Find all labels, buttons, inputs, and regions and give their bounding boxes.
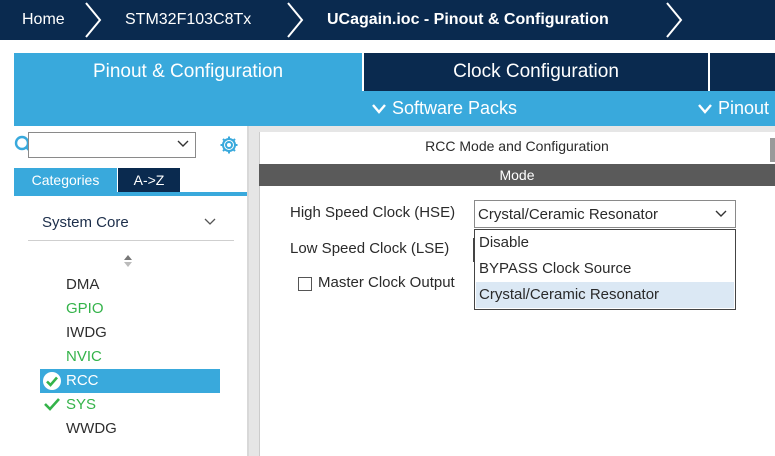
tab-categories[interactable]: Categories [14,168,117,192]
panel-title: RCC Mode and Configuration [425,138,609,154]
category-system-core[interactable]: System Core [42,214,129,231]
master-clock-output-checkbox[interactable] [298,277,312,291]
pinout-menu-label: Pinout [718,98,770,118]
search-input[interactable] [28,132,196,158]
chevron-down-icon [715,210,727,217]
sort-icon[interactable] [122,254,134,268]
sub-toolbar: Software Packs Pinout [14,91,775,126]
chevron-down-icon [177,140,189,147]
tab-clock-configuration[interactable]: Clock Configuration [364,53,708,91]
breadcrumb-device[interactable]: STM32F103C8Tx [125,0,251,40]
category-tab-underline [14,192,247,196]
hse-select[interactable]: Crystal/Ceramic Resonator [474,200,736,228]
peripheral-item-gpio[interactable]: GPIO [66,297,104,321]
hse-option-disable[interactable]: Disable [476,230,734,256]
check-icon [44,398,60,411]
tab-project-manager[interactable] [710,53,775,91]
peripheral-item-iwdg[interactable]: IWDG [66,321,107,345]
hse-label: High Speed Clock (HSE) [290,204,456,221]
chevron-down-icon[interactable] [204,218,216,226]
peripheral-item-sys[interactable]: SYS [66,393,96,417]
peripheral-item-wwdg[interactable]: WWDG [66,417,117,441]
pinout-menu[interactable]: Pinout [698,91,769,126]
peripheral-item-dma[interactable]: DMA [66,273,99,297]
master-clock-output-label[interactable]: Master Clock Output [318,274,455,291]
hse-dropdown-list: Disable BYPASS Clock Source Crystal/Cera… [474,229,736,310]
software-packs-label: Software Packs [392,98,518,118]
hse-option-crystal[interactable]: Crystal/Ceramic Resonator [476,282,734,308]
check-circle-icon [43,372,61,390]
software-packs-menu[interactable]: Software Packs [372,91,517,126]
hse-select-value: Crystal/Ceramic Resonator [478,206,659,223]
chevron-right-icon [287,2,304,38]
breadcrumb: Home STM32F103C8Tx UCagain.ioc - Pinout … [0,0,775,40]
divider [28,240,234,241]
peripheral-item-rcc-label: RCC [66,372,99,389]
breadcrumb-home[interactable]: Home [22,0,65,40]
chevron-down-icon [372,104,386,115]
peripheral-item-nvic[interactable]: NVIC [66,345,102,369]
lse-label: Low Speed Clock (LSE) [290,240,450,257]
chevron-right-icon [666,2,683,38]
gear-icon[interactable] [219,135,239,155]
chevron-right-icon [85,2,102,38]
mode-section-header[interactable]: Mode [259,164,775,186]
breadcrumb-project[interactable]: UCagain.ioc - Pinout & Configuration [327,0,609,40]
tab-pinout-configuration[interactable]: Pinout & Configuration [14,53,362,91]
chevron-down-icon [698,104,712,115]
hse-option-bypass[interactable]: BYPASS Clock Source [476,256,734,282]
tab-a-to-z[interactable]: A->Z [118,168,180,192]
